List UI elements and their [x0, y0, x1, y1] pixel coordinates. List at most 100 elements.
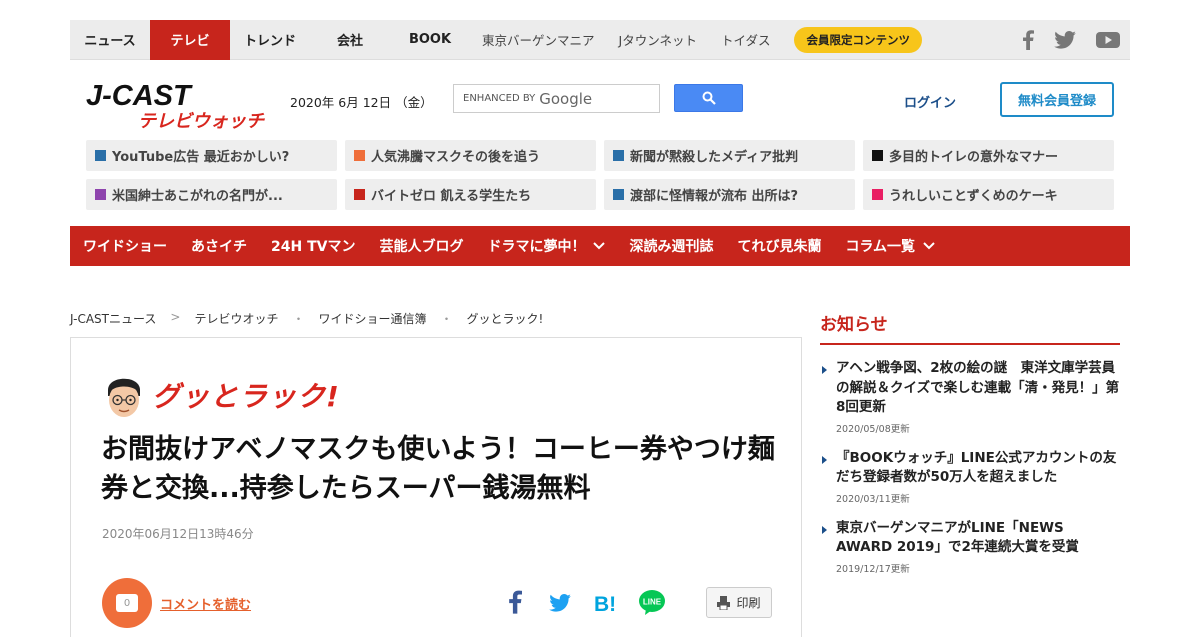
- site-logo[interactable]: J-CAST テレビウォッチ: [86, 80, 271, 132]
- category-menu-item[interactable]: てれび見朱蘭: [737, 236, 821, 256]
- topic-link[interactable]: うれしいことずくめのケーキ: [863, 179, 1114, 210]
- notice-title[interactable]: 『BOOKウォッチ』LINE公式アカウントの友だち登録者数が50万人を超えました: [836, 449, 1120, 488]
- category-menu-item[interactable]: コラム一覧: [845, 236, 935, 256]
- category-menu-label: ドラマに夢中！: [487, 239, 586, 255]
- search-button[interactable]: [674, 84, 743, 112]
- breadcrumb-item-goodluck[interactable]: グッとラック!: [467, 310, 544, 327]
- category-menu-item[interactable]: 深読み週刊誌: [629, 236, 713, 256]
- topic-link[interactable]: 人気沸騰マスクその後を追う: [345, 140, 596, 171]
- line-share-icon[interactable]: LINE: [638, 588, 666, 616]
- topic-label: うれしいことずくめのケーキ: [889, 189, 1058, 204]
- topic-color-marker: [95, 150, 106, 161]
- article-headline: お間抜けアベノマスクも使いよう！コーヒー券やつけ麺券と交換...持参したらスーパ…: [101, 434, 775, 505]
- topic-link[interactable]: 渡部に怪情報が流布 出所は?: [604, 179, 855, 210]
- category-menu-label: 24H TVマン: [271, 239, 356, 255]
- facebook-icon[interactable]: [1022, 29, 1034, 50]
- category-menu-item[interactable]: 24H TVマン: [271, 236, 355, 256]
- sidebar-notices: お知らせ アヘン戦争図、2枚の絵の謎 東洋文庫学芸員の解説＆クイズで楽しむ連載「…: [820, 310, 1120, 589]
- topic-label: 人気沸騰マスクその後を追う: [371, 150, 541, 165]
- notice-title[interactable]: アヘン戦争図、2枚の絵の謎 東洋文庫学芸員の解説＆クイズで楽しむ連載「清・発見！…: [836, 359, 1120, 418]
- notice-date: 2019/12/17更新: [836, 563, 910, 575]
- search-icon: [702, 91, 716, 105]
- program-name[interactable]: グッとラック!: [152, 375, 340, 415]
- presenter-avatar-icon: [108, 378, 140, 417]
- google-label: Google: [539, 89, 593, 108]
- notice-item[interactable]: アヘン戦争図、2枚の絵の謎 東洋文庫学芸員の解説＆クイズで楽しむ連載「清・発見！…: [820, 359, 1120, 435]
- twitter-share-icon[interactable]: [549, 594, 571, 612]
- topnav-item-book[interactable]: BOOK: [390, 20, 470, 60]
- topic-label: バイトゼロ 飢える学生たち: [371, 189, 532, 204]
- breadcrumb-item-wideshow[interactable]: ワイドショー通信簿: [318, 310, 426, 327]
- social-links: [1022, 29, 1130, 50]
- breadcrumb-item-jcast[interactable]: J-CASTニュース: [70, 310, 156, 327]
- topic-label: 多目的トイレの意外なマナー: [889, 150, 1059, 165]
- hot-topics: YouTube広告 最近おかしい? 人気沸騰マスクその後を追う 新聞が黙殺したメディ…: [70, 140, 1130, 212]
- category-menu-label: 深読み週刊誌: [629, 239, 714, 255]
- topic-color-marker: [613, 150, 624, 161]
- comment-count: 0: [116, 594, 138, 612]
- category-menu-label: コラム一覧: [845, 239, 916, 255]
- sidebar-title: お知らせ: [820, 310, 1120, 345]
- topic-color-marker: [872, 150, 883, 161]
- login-link[interactable]: ログイン: [904, 92, 956, 111]
- search-input[interactable]: ENHANCED BY Google: [453, 84, 660, 113]
- line-label: LINE: [643, 598, 662, 607]
- category-menu-label: 芸能人ブログ: [379, 239, 464, 255]
- notice-title[interactable]: 東京バーゲンマニアがLINE「NEWS AWARD 2019」で2年連続大賞を受…: [836, 519, 1120, 558]
- topic-label: 米国紳士あこがれの名門が...: [112, 189, 283, 204]
- category-menu-item[interactable]: ドラマに夢中！: [487, 236, 606, 256]
- topic-link[interactable]: バイトゼロ 飢える学生たち: [345, 179, 596, 210]
- chevron-down-icon: [593, 242, 606, 250]
- publish-date: 2020年06月12日13時46分: [102, 527, 254, 541]
- category-menu-item[interactable]: あさイチ: [191, 236, 247, 256]
- breadcrumb-separator: ・: [440, 312, 453, 326]
- breadcrumb-separator: ・: [292, 312, 305, 326]
- logo-jcast-text: J-CAST: [86, 80, 193, 112]
- breadcrumb: J-CASTニュース > テレビウオッチ ・ ワイドショー通信簿 ・ グッとラッ…: [70, 310, 543, 327]
- print-label: 印刷: [736, 596, 761, 610]
- comment-count-badge[interactable]: 0: [102, 578, 152, 628]
- register-button[interactable]: 無料会員登録: [1000, 82, 1114, 117]
- category-menu-label: てれび見朱蘭: [737, 239, 822, 255]
- chevron-down-icon: [923, 242, 935, 250]
- twitter-icon[interactable]: [1054, 30, 1076, 49]
- facebook-share-icon[interactable]: [508, 590, 522, 614]
- category-menu-item[interactable]: 芸能人ブログ: [379, 236, 463, 256]
- topic-link[interactable]: 新聞が黙殺したメディア批判: [604, 140, 855, 171]
- hatena-share-icon[interactable]: B!: [594, 592, 620, 614]
- logo-tvwatch-text: テレビウォッチ: [138, 111, 265, 130]
- topnav-item-jtown[interactable]: Jタウンネット: [607, 20, 709, 60]
- notice-date: 2020/03/11更新: [836, 493, 910, 505]
- search-enhanced-label: ENHANCED BY: [463, 93, 536, 104]
- category-menu-item[interactable]: ワイドショー: [83, 236, 167, 256]
- topic-link[interactable]: YouTube広告 最近おかしい?: [86, 140, 337, 171]
- topnav-item-tv[interactable]: テレビ: [150, 19, 230, 60]
- notice-date: 2020/05/08更新: [836, 423, 910, 435]
- breadcrumb-separator: >: [170, 310, 181, 324]
- topnav-item-trend[interactable]: トレンド: [230, 20, 310, 60]
- notice-item[interactable]: 東京バーゲンマニアがLINE「NEWS AWARD 2019」で2年連続大賞を受…: [820, 519, 1120, 575]
- topic-label: YouTube広告 最近おかしい?: [112, 150, 290, 165]
- topic-link[interactable]: 米国紳士あこがれの名門が...: [86, 179, 337, 210]
- topnav-item-bargain[interactable]: 東京バーゲンマニア: [470, 20, 607, 60]
- topnav-item-news[interactable]: ニュース: [70, 20, 150, 60]
- topic-color-marker: [354, 189, 365, 200]
- category-menu-label: あさイチ: [191, 239, 247, 255]
- print-button[interactable]: 印刷: [706, 587, 772, 618]
- topnav-item-company[interactable]: 会社: [310, 20, 390, 60]
- article-box: グッとラック! お間抜けアベノマスクも使いよう！コーヒー券やつけ麺券と交換...…: [70, 337, 802, 637]
- breadcrumb-item-tvwatch[interactable]: テレビウオッチ: [194, 310, 278, 327]
- top-nav: ニュース テレビ トレンド 会社 BOOK 東京バーゲンマニア Jタウンネット …: [70, 19, 1130, 60]
- topic-label: 新聞が黙殺したメディア批判: [630, 150, 799, 165]
- topic-link[interactable]: 多目的トイレの意外なマナー: [863, 140, 1114, 171]
- category-menu: ワイドショー あさイチ 24H TVマン 芸能人ブログ ドラマに夢中！ 深読み週刊誌 てれび…: [70, 226, 1130, 266]
- notice-item[interactable]: 『BOOKウォッチ』LINE公式アカウントの友だち登録者数が50万人を超えました…: [820, 449, 1120, 505]
- read-comments-link[interactable]: コメントを読む: [160, 594, 251, 613]
- topnav-item-toidas[interactable]: トイダス: [709, 20, 783, 60]
- category-menu-label: ワイドショー: [83, 239, 167, 255]
- site-header: J-CAST テレビウォッチ 2020年 6月 12日 （金） ENHANCED…: [70, 66, 1130, 136]
- member-content-button[interactable]: 会員限定コンテンツ: [794, 26, 922, 53]
- topic-color-marker: [613, 189, 624, 200]
- youtube-icon[interactable]: [1096, 31, 1120, 49]
- hatena-label: B!: [594, 593, 616, 614]
